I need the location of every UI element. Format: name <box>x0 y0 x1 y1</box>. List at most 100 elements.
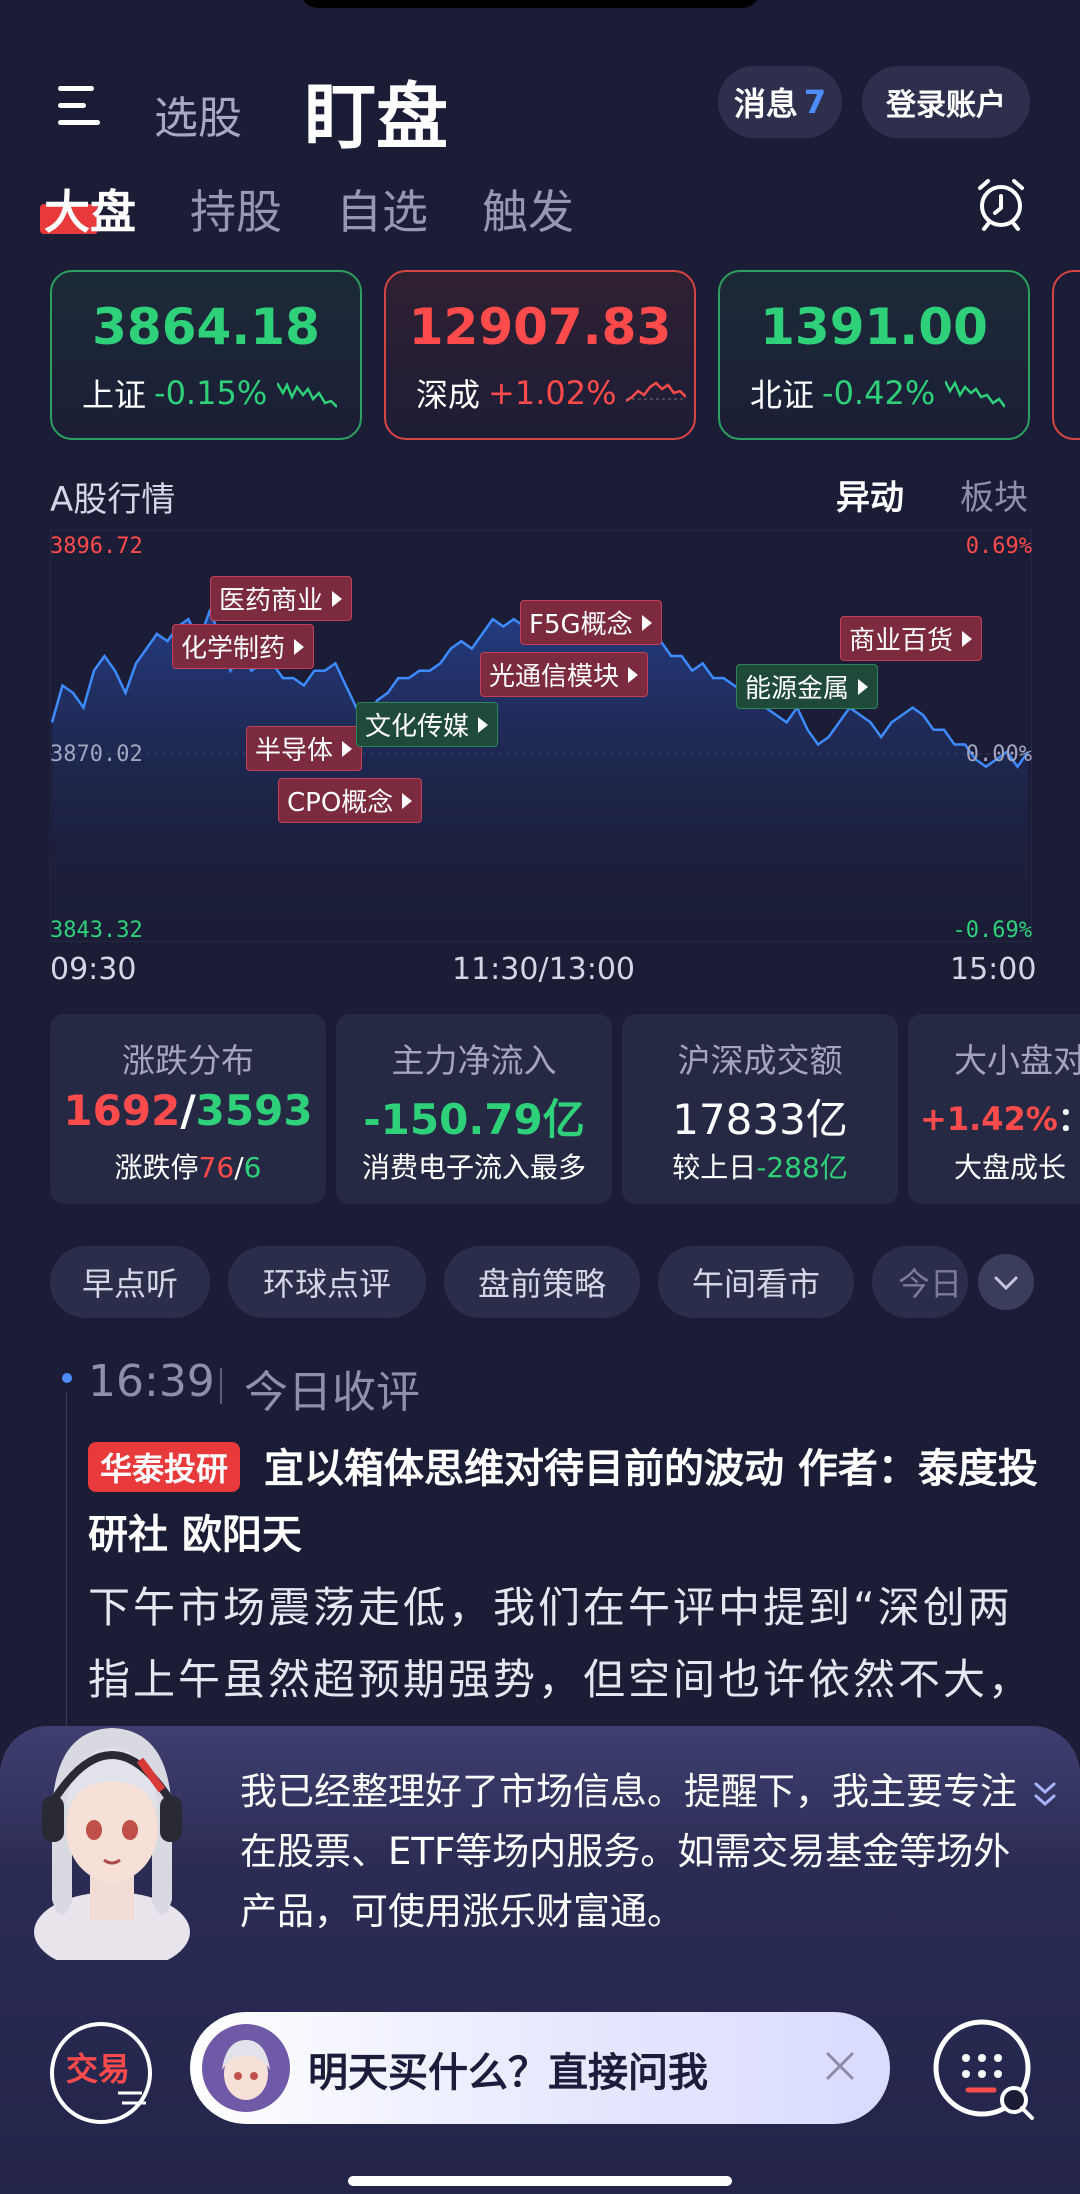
home-indicator <box>348 2176 732 2186</box>
messages-button[interactable]: 消息 7 <box>718 66 842 138</box>
stat-card-netflow[interactable]: 主力净流入 -150.79亿 消费电子流入最多 <box>336 1014 612 1204</box>
news-category: 今日收评 <box>244 1367 420 1418</box>
stat-title: 涨跌分布 <box>122 1041 254 1080</box>
limit-up: 76 <box>198 1151 235 1184</box>
timeline-line <box>66 1392 67 1732</box>
index-name: 上证 <box>82 376 147 414</box>
stat-value: 17833亿 <box>672 1095 848 1144</box>
index-card-beizheng[interactable]: 1391.00 北证 -0.42% <box>718 270 1030 440</box>
index-name: 深成 <box>416 376 481 414</box>
login-button[interactable]: 登录账户 <box>862 66 1030 138</box>
sparkline-icon <box>277 381 338 408</box>
chevron-down-icon <box>994 1276 1018 1291</box>
y-label-bottom-right: -0.69% <box>952 918 1032 943</box>
chart-tag[interactable]: 医药商业 <box>210 576 353 621</box>
ask-placeholder: 明天买什么？直接问我 <box>308 2050 708 2096</box>
index-change: +1.02% <box>488 374 617 412</box>
stat-value: +1.42% <box>920 1100 1058 1138</box>
divider <box>220 1368 222 1404</box>
tab-xuangu[interactable]: 选股 <box>154 82 242 146</box>
y-label-mid-right: 0.00% <box>965 742 1032 767</box>
tab-chigu[interactable]: 持股 <box>190 176 282 242</box>
messages-count: 7 <box>803 83 827 121</box>
assistant-small-avatar <box>202 2024 290 2112</box>
stat-title: 主力净流入 <box>391 1041 557 1080</box>
stat-sub-label: 较上日 <box>672 1151 757 1184</box>
chip-jinri[interactable]: 今日 <box>872 1246 968 1318</box>
trade-label: 交易 <box>66 2050 131 2088</box>
slash: / <box>234 1151 244 1184</box>
x-label-close: 15:00 <box>950 952 1037 987</box>
stat-title: 沪深成交额 <box>677 1041 843 1080</box>
tab-bankuai[interactable]: 板块 <box>960 470 1028 519</box>
market-section-title: A股行情 <box>50 480 176 520</box>
chart-tag[interactable]: 半导体 <box>246 726 363 771</box>
index-card-shangzheng[interactable]: 3864.18 上证 -0.15% <box>50 270 362 440</box>
messages-label: 消息 <box>733 85 798 123</box>
tab-yidong[interactable]: 异动 <box>836 470 904 519</box>
camera-notch <box>300 0 760 8</box>
stat-card-turnover[interactable]: 沪深成交额 17833亿 较上日-288亿 <box>622 1014 898 1204</box>
x-label-mid: 11:30/13:00 <box>452 952 636 987</box>
stat-card-caps[interactable]: 大小盘对 +1.42%：+ 大盘成长 <box>908 1014 1080 1204</box>
tab-dapan[interactable]: 大盘 <box>40 176 136 242</box>
up-count: 1692 <box>63 1086 181 1135</box>
index-value: 3864.18 <box>92 298 320 356</box>
keyboard-search-button[interactable] <box>932 2018 1038 2124</box>
y-label-mid-left: 3870.02 <box>50 742 143 767</box>
trade-button[interactable]: 交易 <box>50 2022 152 2124</box>
chip-huanqiu[interactable]: 环球点评 <box>228 1246 426 1318</box>
chip-panqian[interactable]: 盘前策略 <box>444 1246 640 1318</box>
sparkline-icon <box>626 381 687 403</box>
alarm-icon[interactable] <box>974 176 1028 232</box>
swap-icon <box>118 2091 146 2105</box>
chip-zaodianting[interactable]: 早点听 <box>50 1246 210 1318</box>
collapse-icon[interactable] <box>1032 1778 1058 1812</box>
intraday-chart-svg <box>50 530 1032 942</box>
sub-tab-bar: 大盘 持股 自选 触发 <box>40 176 574 242</box>
chart-tag[interactable]: 化学制药 <box>172 624 315 669</box>
stat-title: 大小盘对 <box>954 1041 1080 1080</box>
tab-chufa[interactable]: 触发 <box>482 176 574 242</box>
stat-sub-value: -288亿 <box>756 1151 848 1184</box>
news-source-badge: 华泰投研 <box>88 1442 241 1492</box>
limit-down: 6 <box>243 1151 262 1184</box>
chart-tag[interactable]: 能源金属 <box>736 664 879 709</box>
index-card-shencheng[interactable]: 12907.83 深成 +1.02% <box>384 270 696 440</box>
index-value: 12907.83 <box>408 298 672 356</box>
chip-wujian[interactable]: 午间看市 <box>658 1246 854 1318</box>
expand-chips-button[interactable] <box>978 1254 1034 1310</box>
index-change: -0.42% <box>822 374 936 412</box>
stat-value-tail: ：+ <box>1058 1100 1080 1138</box>
index-name: 北证 <box>750 376 815 414</box>
close-icon[interactable] <box>818 2044 862 2088</box>
slash: / <box>180 1086 196 1135</box>
tab-zixuan[interactable]: 自选 <box>336 176 428 242</box>
stat-sub: 大盘成长 <box>954 1151 1067 1184</box>
x-label-open: 09:30 <box>50 952 137 987</box>
timeline-dot <box>62 1373 72 1383</box>
y-label-top-right: 0.69% <box>965 534 1032 559</box>
assistant-avatar <box>12 1700 212 1972</box>
keyboard-search-icon <box>933 2019 1034 2120</box>
y-label-bottom-left: 3843.32 <box>50 918 143 943</box>
chart-tag[interactable]: F5G概念 <box>520 600 662 645</box>
stat-card-distribution[interactable]: 涨跌分布 1692/3593 涨跌停76/6 <box>50 1014 326 1204</box>
down-count: 3593 <box>195 1086 313 1135</box>
index-card-partial[interactable] <box>1052 270 1080 440</box>
limit-label: 涨跌停 <box>114 1151 199 1184</box>
ask-assistant-input[interactable]: 明天买什么？直接问我 <box>190 2012 890 2124</box>
sparkline-icon <box>945 380 1006 408</box>
chart-tag[interactable]: 商业百货 <box>840 616 983 661</box>
menu-icon[interactable] <box>58 86 104 126</box>
chart-tag[interactable]: CPO概念 <box>278 778 423 823</box>
intraday-chart[interactable]: 3896.72 3870.02 3843.32 0.69% 0.00% -0.6… <box>50 530 1032 943</box>
y-label-top-left: 3896.72 <box>50 534 143 559</box>
assistant-message: 我已经整理好了市场信息。提醒下，我主要专注在股票、ETF等场内服务。如需交易基金… <box>240 1770 1017 1933</box>
stat-sub: 消费电子流入最多 <box>361 1151 586 1184</box>
chart-tag[interactable]: 文化传媒 <box>356 702 499 747</box>
chart-tag[interactable]: 光通信模块 <box>480 652 649 697</box>
index-change: -0.15% <box>154 374 268 412</box>
news-time: 16:39 <box>88 1356 215 1407</box>
tab-dingpan[interactable]: 盯盘 <box>304 58 448 163</box>
